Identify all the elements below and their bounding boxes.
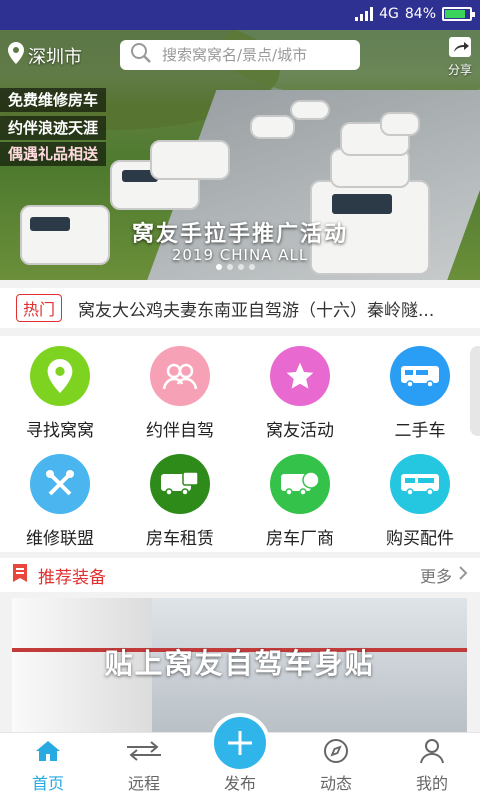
- user-icon: [419, 736, 445, 766]
- side-drawer-handle[interactable]: [470, 346, 480, 436]
- recommend-card-caption: 贴上窝友自驾车身贴: [104, 647, 375, 680]
- share-button[interactable]: 分享: [448, 36, 472, 78]
- tab-label: 发布: [223, 774, 256, 793]
- status-bar: 4G 84%: [0, 0, 480, 30]
- carousel-dot[interactable]: [249, 264, 255, 270]
- bottom-tab-bar: 首页 远程 发布 动态 我的: [0, 713, 480, 800]
- feature-label: 购买配件: [386, 529, 454, 549]
- tab-label: 我的: [415, 774, 448, 793]
- feature-used-cars[interactable]: 二手车: [360, 336, 480, 444]
- more-label: 更多: [419, 567, 452, 586]
- carousel-indicator: [216, 264, 255, 270]
- feature-activities[interactable]: 窝友活动: [240, 336, 360, 444]
- signal-icon: [355, 7, 374, 21]
- hot-news-bar[interactable]: 热门 窝友大公鸡夫妻东南亚自驾游（十六）秦岭隧...: [0, 288, 480, 328]
- carousel-dot[interactable]: [227, 264, 233, 270]
- battery-icon: [442, 7, 475, 21]
- feature-find-nest[interactable]: 寻找窝窝: [0, 336, 120, 444]
- share-label: 分享: [447, 63, 472, 77]
- promo-tag: 偶遇礼品相送: [0, 142, 107, 166]
- location-pin-icon: [8, 42, 24, 69]
- promo-tag: 约伴浪迹天涯: [0, 116, 107, 140]
- carousel-dot[interactable]: [216, 264, 222, 270]
- feature-grid: 寻找窝窝 约伴自驾 窝友活动 二手车 维修联盟 房车租赁 房车厂商 购买配件: [0, 336, 480, 552]
- chevron-right-icon: [458, 565, 468, 585]
- swap-arrows-icon: [125, 736, 163, 766]
- feature-buy-parts[interactable]: 购买配件: [360, 444, 480, 552]
- tools-icon: [30, 454, 90, 514]
- rv-rent-icon: [150, 454, 210, 514]
- feature-label: 房车厂商: [266, 529, 334, 549]
- share-icon: [448, 37, 472, 61]
- rv-icon: [390, 346, 450, 406]
- feature-label: 约伴自驾: [146, 421, 214, 441]
- recommend-header: 推荐装备 更多: [0, 558, 480, 592]
- tab-feed[interactable]: 动态: [288, 733, 384, 800]
- feature-label: 房车租赁: [146, 529, 214, 549]
- rv-parts-icon: [390, 454, 450, 514]
- banner-subtitle: 2019 CHINA ALL: [171, 246, 309, 264]
- more-link[interactable]: 更多: [420, 563, 468, 587]
- location-label: 深圳市: [28, 46, 82, 68]
- banner-title: 窝友手拉手推广活动: [131, 222, 348, 247]
- feature-label: 寻找窝窝: [26, 421, 94, 441]
- search-icon: [130, 42, 152, 68]
- tab-label: 首页: [31, 774, 64, 793]
- bookmark-icon: [12, 563, 28, 587]
- hot-badge: 热门: [16, 294, 63, 322]
- feature-rv-rental[interactable]: 房车租赁: [120, 444, 240, 552]
- tab-publish[interactable]: 发布: [192, 713, 288, 800]
- battery-percent: 84%: [404, 6, 436, 22]
- star-icon: [270, 346, 330, 406]
- location-pin-icon: [30, 346, 90, 406]
- hot-news-text[interactable]: 窝友大公鸡夫妻东南亚自驾游（十六）秦岭隧...: [78, 296, 468, 321]
- feature-repair-alliance[interactable]: 维修联盟: [0, 444, 120, 552]
- feature-label: 维修联盟: [26, 529, 94, 549]
- tab-remote[interactable]: 远程: [96, 733, 192, 800]
- feature-companion-drive[interactable]: 约伴自驾: [120, 336, 240, 444]
- tab-profile[interactable]: 我的: [384, 733, 480, 800]
- feature-rv-makers[interactable]: 房车厂商: [240, 444, 360, 552]
- carousel-dot[interactable]: [238, 264, 244, 270]
- plus-icon[interactable]: [210, 713, 270, 773]
- tab-home[interactable]: 首页: [0, 733, 96, 800]
- rv-view-icon: [270, 454, 330, 514]
- promo-tag: 免费维修房车: [0, 88, 107, 112]
- companions-icon: [150, 346, 210, 406]
- home-icon: [35, 736, 61, 766]
- status-indicators: 4G 84%: [355, 6, 475, 22]
- location-selector[interactable]: 深圳市: [8, 42, 82, 69]
- feature-label: 窝友活动: [266, 421, 334, 441]
- search-input[interactable]: [162, 46, 342, 64]
- tab-label: 远程: [127, 774, 160, 793]
- tab-label: 动态: [319, 774, 352, 793]
- network-label: 4G: [379, 6, 399, 22]
- recommend-title: 推荐装备: [38, 567, 106, 588]
- search-box[interactable]: [120, 40, 360, 70]
- feature-label: 二手车: [394, 421, 446, 441]
- compass-icon: [323, 736, 349, 766]
